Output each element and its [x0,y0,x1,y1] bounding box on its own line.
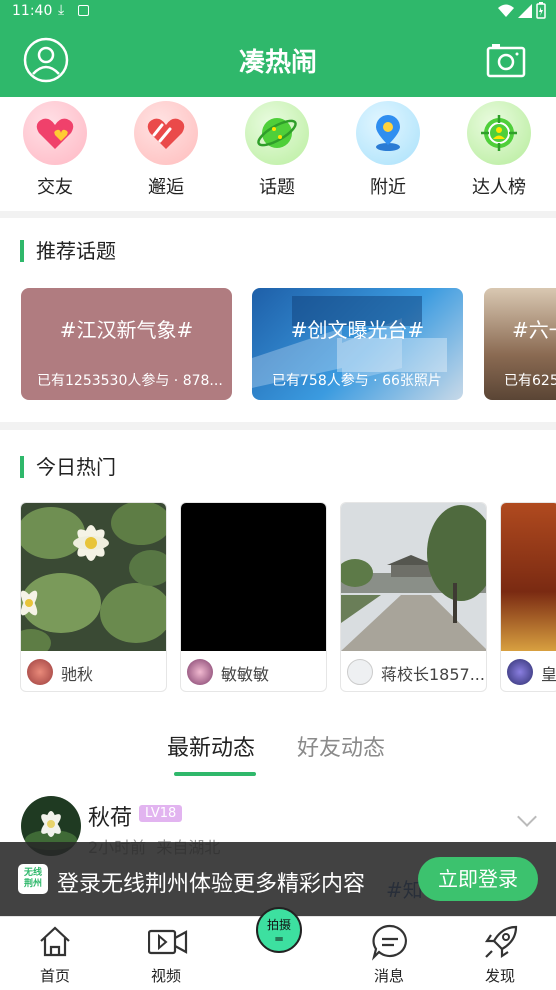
nav-label: 视频 [150,967,181,985]
quick-label: 交友 [37,177,73,198]
avatar [187,659,213,685]
topic-tag: #创文曝光台# [290,318,425,342]
quick-entry-row: 交友 邂逅 话题 附近 达人榜 [0,97,556,211]
hot-user-name: 驰秋 [61,665,94,684]
topic-card[interactable]: #江汉新气象# 已有1253530人参与 · 878... [21,288,232,400]
download-icon: ⤓ [58,2,65,18]
quick-item-encounter[interactable]: 邂逅 [121,101,211,199]
battery-icon [536,2,546,19]
nav-label: 发现 [484,967,515,985]
quick-item-friends[interactable]: 交友 [10,101,100,199]
tab-latest[interactable]: 最新动态 [167,730,255,762]
target-person-icon [467,101,531,165]
quick-label: 达人榜 [472,177,526,198]
shoot-button[interactable]: 拍摄 ═ [256,907,302,953]
rocket-icon [484,925,518,959]
nav-discover[interactable]: 发现 [455,917,545,990]
city-gate-photo [341,503,486,651]
app-logo: 无线 荆州 [18,864,48,894]
banner-text: 登录无线荆州体验更多精彩内容 [57,872,366,897]
menu-lines-icon: ═ [275,932,283,946]
bottom-nav: 首页 视频 拍摄 ═ 消息 发现 [0,907,556,990]
avatar [27,659,53,685]
feed-tabs: 最新动态 好友动态 [0,700,556,790]
hot-user-name: 敏敏敏 [221,665,270,684]
hug-heart-icon [134,101,198,165]
nav-video[interactable]: 视频 [121,917,211,990]
quick-item-experts[interactable]: 达人榜 [454,101,544,199]
hot-card[interactable]: 蒋校长1857... [340,502,487,692]
heart-icon [23,101,87,165]
login-banner: 无线 荆州 登录无线荆州体验更多精彩内容 立即登录 [0,842,556,916]
notification-icon [78,5,89,16]
avatar [347,659,373,685]
camera-icon [486,44,526,78]
status-time: 11:40 [12,3,53,19]
nav-label: 首页 [39,967,70,985]
avatar [507,659,533,685]
wifi-icon [498,4,514,17]
lotus-photo [21,503,166,651]
post-user-name[interactable]: 秋荷 [88,800,132,832]
quick-item-nearby[interactable]: 附近 [343,101,433,199]
location-icon [356,101,420,165]
logo-line: 荆州 [23,879,42,889]
hot-card[interactable]: 驰秋 [20,502,167,692]
hot-user-name: 蒋校长1857... [381,665,485,684]
signal-icon [518,4,532,18]
quick-label: 附近 [370,177,406,198]
home-icon [40,926,70,957]
tab-indicator [174,772,256,776]
chevron-down-icon[interactable] [517,807,537,827]
camera-button[interactable] [486,40,526,80]
quick-label: 话题 [259,177,295,198]
quick-label: 邂逅 [148,177,184,198]
hot-card[interactable]: 皇 [500,502,556,692]
topic-info: 已有625 [504,373,556,389]
hot-user-name: 皇 [541,665,556,684]
shoot-label: 拍摄 [266,918,291,932]
hot-card[interactable]: 敏敏敏 [180,502,327,692]
nav-messages[interactable]: 消息 [344,917,434,990]
logo-line: 无线 [23,868,42,878]
topic-card[interactable]: #创文曝光台# 已有758人参与 · 66张照片 [252,288,463,400]
video-thumbnail [181,503,326,651]
login-button[interactable]: 立即登录 [418,857,538,901]
nav-label: 消息 [373,967,404,985]
topic-info: 已有758人参与 · 66张照片 [272,373,442,389]
video-icon [148,929,188,955]
tab-friends[interactable]: 好友动态 [297,730,385,762]
topic-card[interactable]: #六一 已有625 [484,288,556,400]
recommended-topics-section: 推荐话题 #江汉新气象# 已有1253530人参与 · 878... #创文曝光… [0,218,556,422]
level-badge: LV18 [139,805,183,822]
planet-icon [245,101,309,165]
app-bar: 凑热闹 [0,24,556,97]
section-title: 今日热门 [20,456,116,478]
app-title: 凑热闹 [238,48,317,78]
status-bar: 11:40 ⤓ [0,0,556,24]
topic-tag: #六一 [512,318,556,342]
performance-photo [501,503,556,651]
message-icon [371,924,407,961]
nav-home[interactable]: 首页 [10,917,100,990]
topic-tag: #江汉新气象# [59,318,194,342]
section-title: 推荐话题 [20,240,116,262]
quick-item-topics[interactable]: 话题 [232,101,322,199]
topic-info: 已有1253530人参与 · 878... [37,373,223,389]
